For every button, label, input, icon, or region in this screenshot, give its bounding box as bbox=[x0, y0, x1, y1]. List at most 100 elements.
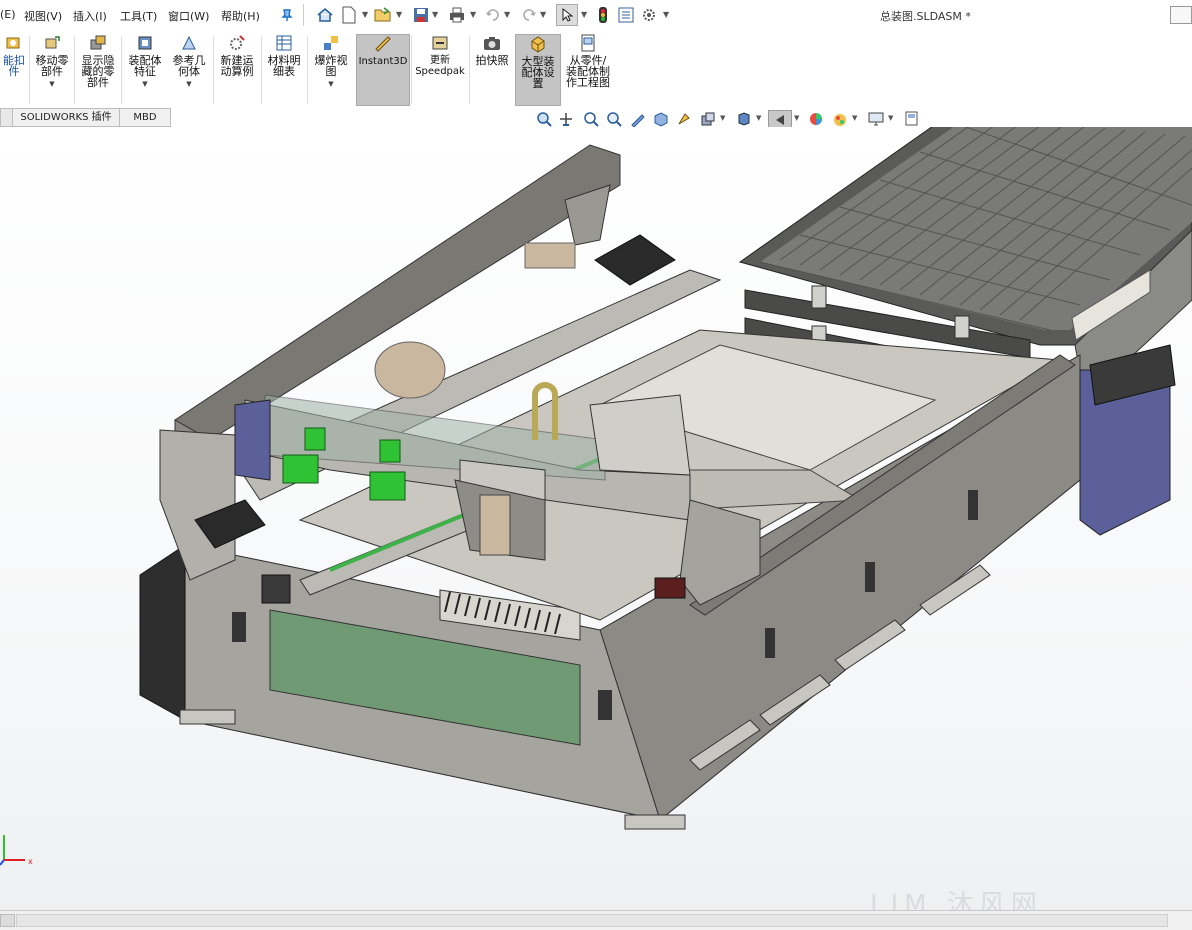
take-snapshot-button[interactable]: 拍快照 bbox=[471, 34, 513, 104]
hide-show-icon[interactable] bbox=[700, 111, 716, 127]
rebuild-icon[interactable] bbox=[594, 6, 612, 24]
menu-help[interactable]: 帮助(H) bbox=[221, 8, 260, 24]
menu-view[interactable]: 视图(V) bbox=[24, 8, 62, 24]
show-hidden-components-button[interactable]: 显示隐 藏的零 部件 bbox=[76, 34, 120, 104]
bill-of-materials-button[interactable]: 材料明 细表 bbox=[263, 34, 305, 104]
command-manager-ribbon: 能扣 件 移动零 部件 ▼ 显示隐 藏的零 部件 装配体 特征 ▼ 参考几 何体… bbox=[0, 30, 1192, 106]
view-settings-icon[interactable] bbox=[832, 111, 848, 127]
apply-scene-icon[interactable] bbox=[808, 111, 824, 127]
file-properties-icon[interactable] bbox=[617, 6, 635, 24]
divider bbox=[29, 36, 30, 104]
new-motion-study-button[interactable]: 新建运 动算例 bbox=[215, 34, 259, 104]
zoom-fit-icon[interactable] bbox=[536, 111, 552, 127]
chevron-down-icon[interactable]: ▼ bbox=[396, 10, 402, 19]
ribbon-label: 显示隐 藏的零 部件 bbox=[81, 54, 115, 89]
tab-mbd[interactable]: MBD bbox=[119, 108, 171, 127]
display-style-icon[interactable] bbox=[676, 111, 692, 127]
redo-icon[interactable] bbox=[520, 6, 538, 24]
ribbon-label: Instant3D bbox=[358, 56, 408, 67]
previous-view-icon[interactable] bbox=[583, 111, 599, 127]
show-hidden-icon bbox=[89, 34, 107, 52]
monitor-icon[interactable] bbox=[868, 111, 884, 127]
view-orientation-icon[interactable] bbox=[653, 111, 669, 127]
exploded-view-button[interactable]: 爆炸视 图 ▼ bbox=[309, 34, 353, 104]
zoom-area-icon[interactable] bbox=[558, 111, 574, 127]
dynamic-annotation-icon[interactable] bbox=[630, 111, 646, 127]
divider bbox=[121, 36, 122, 104]
status-bar bbox=[0, 910, 1192, 930]
ribbon-label: 拍快照 bbox=[475, 54, 509, 67]
window-restore-button[interactable] bbox=[1170, 6, 1192, 24]
ribbon-label: 从零件/ 装配体制 作工程图 bbox=[566, 54, 610, 89]
instant3d-icon bbox=[374, 35, 392, 53]
large-assembly-settings-button[interactable]: 大型装 配体设 置 bbox=[515, 34, 561, 106]
chevron-down-icon[interactable]: ▼ bbox=[142, 79, 147, 90]
smart-fasteners-button[interactable]: 能扣 件 bbox=[0, 34, 28, 104]
chevron-down-icon[interactable]: ▼ bbox=[756, 114, 761, 122]
select-icon[interactable] bbox=[556, 4, 578, 26]
divider bbox=[307, 36, 308, 104]
new-doc-icon[interactable] bbox=[340, 6, 358, 24]
home-icon[interactable] bbox=[316, 6, 334, 24]
display-manager-icon[interactable] bbox=[904, 111, 920, 127]
motion-study-icon bbox=[228, 34, 246, 52]
menu-tools[interactable]: 工具(T) bbox=[120, 8, 157, 24]
chevron-down-icon[interactable]: ▼ bbox=[888, 114, 893, 122]
ribbon-label: 大型装 配体设 置 bbox=[521, 55, 555, 90]
divider bbox=[261, 36, 262, 104]
smart-fasteners-icon bbox=[5, 34, 23, 52]
graphics-area[interactable]: x LIM 沐风网 bbox=[0, 127, 1192, 910]
watermark-text: LIM 沐风网 bbox=[870, 890, 1043, 910]
update-speedpak-button[interactable]: 更新 Speedpak bbox=[413, 34, 467, 104]
menu-edit[interactable]: (E) bbox=[0, 8, 16, 21]
reference-geometry-icon bbox=[180, 34, 198, 52]
chevron-down-icon[interactable]: ▼ bbox=[504, 10, 510, 19]
svg-text:x: x bbox=[28, 857, 33, 866]
ribbon-label: 爆炸视 图 bbox=[314, 54, 348, 78]
print-icon[interactable] bbox=[448, 6, 466, 24]
menu-bar: (E) 视图(V) 插入(I) 工具(T) 窗口(W) 帮助(H) ▼ ▼ ▼ … bbox=[0, 0, 1192, 31]
chevron-down-icon[interactable]: ▼ bbox=[794, 114, 799, 122]
chevron-down-icon[interactable]: ▼ bbox=[362, 10, 368, 19]
ribbon-label: 装配体 特征 bbox=[128, 54, 162, 78]
undo-icon[interactable] bbox=[484, 6, 502, 24]
chevron-down-icon[interactable]: ▼ bbox=[328, 79, 333, 90]
options-icon[interactable] bbox=[640, 6, 658, 24]
chevron-down-icon[interactable]: ▼ bbox=[581, 10, 587, 19]
document-title: 总装图.SLDASM * bbox=[880, 10, 971, 23]
make-drawing-button[interactable]: 从零件/ 装配体制 作工程图 bbox=[562, 34, 614, 104]
ribbon-label: 更新 Speedpak bbox=[415, 55, 465, 77]
chevron-down-icon[interactable]: ▼ bbox=[186, 79, 191, 90]
view-cube-icon[interactable] bbox=[736, 111, 752, 127]
divider bbox=[303, 4, 304, 26]
chevron-down-icon[interactable]: ▼ bbox=[49, 79, 54, 90]
chevron-down-icon[interactable]: ▼ bbox=[470, 10, 476, 19]
move-component-button[interactable]: 移动零 部件 ▼ bbox=[31, 34, 73, 104]
pin-icon[interactable] bbox=[278, 6, 296, 24]
bill-of-materials-icon bbox=[275, 34, 293, 52]
ribbon-label: 能扣 件 bbox=[3, 54, 25, 78]
instant3d-button[interactable]: Instant3D bbox=[356, 34, 410, 106]
menu-insert[interactable]: 插入(I) bbox=[73, 8, 107, 24]
speedpak-icon bbox=[431, 34, 449, 52]
assembly-features-icon bbox=[136, 34, 154, 52]
divider bbox=[411, 36, 412, 104]
camera-icon bbox=[483, 34, 501, 52]
chevron-down-icon[interactable]: ▼ bbox=[540, 10, 546, 19]
assembly-features-button[interactable]: 装配体 特征 ▼ bbox=[123, 34, 167, 104]
reference-geometry-button[interactable]: 参考几 何体 ▼ bbox=[167, 34, 211, 104]
chevron-down-icon[interactable]: ▼ bbox=[432, 10, 438, 19]
tab-solidworks-addins[interactable]: SOLIDWORKS 插件 bbox=[12, 108, 120, 127]
chevron-down-icon[interactable]: ▼ bbox=[852, 114, 857, 122]
divider bbox=[74, 36, 75, 104]
section-view-icon[interactable] bbox=[606, 111, 622, 127]
open-icon[interactable] bbox=[374, 6, 392, 24]
make-drawing-icon bbox=[579, 34, 597, 52]
horizontal-scrollbar[interactable] bbox=[16, 914, 1168, 927]
chevron-down-icon[interactable]: ▼ bbox=[663, 10, 669, 19]
menu-window[interactable]: 窗口(W) bbox=[168, 8, 209, 24]
scroll-left-button[interactable] bbox=[0, 914, 15, 927]
save-icon[interactable] bbox=[412, 6, 430, 24]
chevron-down-icon[interactable]: ▼ bbox=[720, 114, 725, 122]
ribbon-label: 参考几 何体 bbox=[172, 54, 206, 78]
